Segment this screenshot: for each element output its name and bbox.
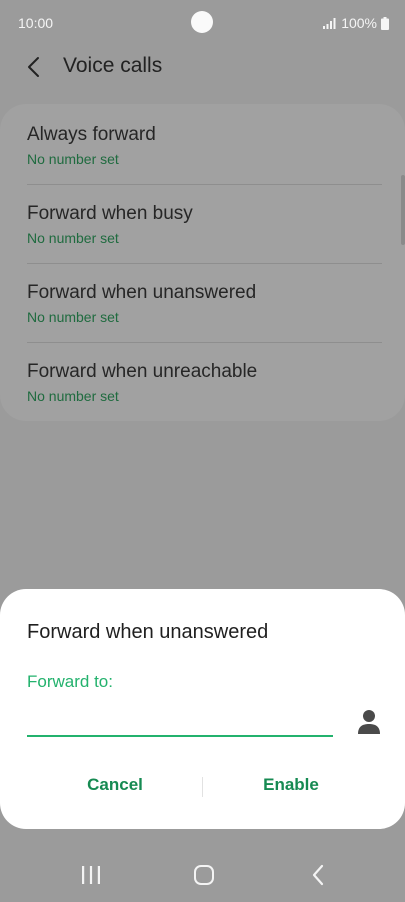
status-time: 10:00	[18, 15, 54, 31]
recent-apps-icon[interactable]	[77, 862, 105, 888]
status-indicators: 100%	[323, 15, 389, 31]
list-item-title: Always forward	[27, 124, 156, 145]
back-chevron-icon[interactable]	[20, 52, 50, 82]
home-icon[interactable]	[190, 862, 218, 888]
list-item-forward-when-unreachable[interactable]: Forward when unreachable No number set	[27, 341, 382, 420]
battery-icon	[381, 16, 389, 30]
enable-button[interactable]: Enable	[203, 775, 379, 795]
contact-person-icon[interactable]	[356, 708, 382, 736]
camera-cutout	[191, 11, 213, 33]
forward-options-list: Always forward No number set Forward whe…	[0, 104, 405, 421]
list-item-always-forward[interactable]: Always forward No number set	[27, 104, 382, 183]
forward-number-input[interactable]	[27, 699, 333, 737]
list-item-title: Forward when busy	[27, 203, 193, 224]
list-item-title: Forward when unanswered	[27, 282, 257, 303]
list-item-subtitle: No number set	[27, 151, 119, 167]
cancel-button[interactable]: Cancel	[27, 775, 203, 795]
battery-percent: 100%	[341, 15, 377, 31]
list-item-title: Forward when unreachable	[27, 361, 258, 382]
back-icon[interactable]	[305, 862, 333, 888]
list-item-forward-when-busy[interactable]: Forward when busy No number set	[27, 183, 382, 262]
forward-to-label: Forward to:	[27, 672, 113, 691]
scrollbar[interactable]	[401, 175, 405, 245]
page-title: Voice calls	[63, 54, 163, 77]
list-item-subtitle: No number set	[27, 388, 119, 404]
forward-number-dialog: Forward when unanswered Forward to: Canc…	[0, 589, 405, 829]
list-item-subtitle: No number set	[27, 230, 119, 246]
status-bar: 10:00 100%	[0, 0, 405, 46]
list-item-subtitle: No number set	[27, 309, 119, 325]
signal-icon	[323, 17, 337, 29]
dialog-title: Forward when unanswered	[27, 621, 269, 643]
list-item-forward-when-unanswered[interactable]: Forward when unanswered No number set	[27, 262, 382, 341]
app-bar: Voice calls	[0, 46, 405, 86]
navigation-bar	[0, 846, 405, 902]
